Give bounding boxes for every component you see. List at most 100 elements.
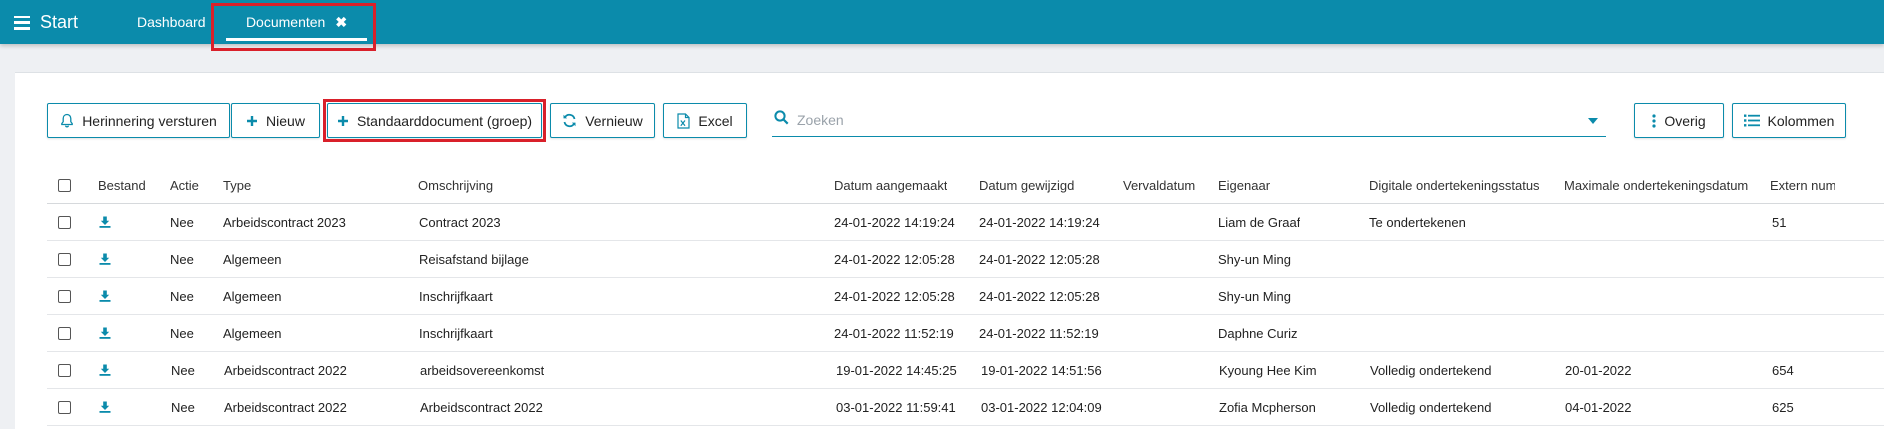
cell-datum-gewijzigd: 24-01-2022 11:52:19	[979, 325, 1099, 341]
cell-type: Arbeidscontract 2023	[223, 214, 346, 230]
row-checkbox-cell	[58, 352, 71, 388]
cell-type: Algemeen	[223, 325, 282, 341]
cell-datum-aangemaakt: 24-01-2022 12:05:28	[834, 251, 955, 267]
column-header-bestand[interactable]: Bestand	[98, 167, 146, 203]
download-icon[interactable]	[99, 327, 111, 339]
row-checkbox-cell	[58, 241, 71, 277]
more-label: Overig	[1664, 112, 1706, 129]
table-row[interactable]: Nee Algemeen Inschrijfkaart 24-01-2022 1…	[47, 315, 1884, 352]
excel-file-icon	[677, 112, 690, 129]
table-row[interactable]: Nee Arbeidscontract 2022 arbeidsovereenk…	[47, 352, 1884, 389]
send-reminder-button[interactable]: Herinnering versturen	[47, 103, 230, 138]
download-icon[interactable]	[99, 290, 111, 302]
table-row[interactable]: Nee Algemeen Reisafstand bijlage 24-01-2…	[47, 241, 1884, 278]
cell-eigenaar: Shy-un Ming	[1218, 251, 1291, 267]
table-row[interactable]: Nee Algemeen Inschrijfkaart 24-01-2022 1…	[47, 278, 1884, 315]
download-icon[interactable]	[99, 364, 111, 376]
column-header-eigenaar[interactable]: Eigenaar	[1218, 167, 1270, 203]
row-checkbox-cell	[58, 315, 71, 351]
plus-icon	[337, 115, 349, 127]
cell-datum-aangemaakt: 19-01-2022 14:45:25	[836, 362, 957, 378]
table-row[interactable]: Nee Arbeidscontract 2023 Contract 2023 2…	[47, 204, 1884, 241]
cell-actie: Nee	[170, 325, 194, 341]
download-cell	[99, 389, 111, 425]
cell-omschrijving: Arbeidscontract 2022	[420, 399, 543, 415]
refresh-label: Vernieuw	[585, 112, 643, 129]
column-header-digitale-ondertekeningsstatus[interactable]: Digitale ondertekeningsstatus	[1369, 167, 1540, 203]
cell-omschrijving: arbeidsovereenkomst	[420, 362, 545, 378]
column-header-omschrijving[interactable]: Omschrijving	[418, 167, 493, 203]
list-icon	[1743, 114, 1760, 127]
refresh-button[interactable]: Vernieuw	[550, 103, 655, 138]
column-header-datum-gewijzigd[interactable]: Datum gewijzigd	[979, 167, 1074, 203]
column-header-vervaldatum[interactable]: Vervaldatum	[1123, 167, 1195, 203]
row-checkbox[interactable]	[58, 289, 71, 303]
cell-omschrijving: Contract 2023	[419, 214, 501, 230]
cell-omschrijving: Reisafstand bijlage	[419, 251, 529, 267]
row-checkbox[interactable]	[58, 252, 71, 266]
download-icon[interactable]	[99, 253, 111, 265]
cell-actie: Nee	[170, 251, 194, 267]
start-label: Start	[40, 12, 79, 32]
cell-type: Arbeidscontract 2022	[224, 399, 347, 415]
column-header-type[interactable]: Type	[223, 167, 251, 203]
standard-document-group-label: Standaarddocument (groep)	[356, 112, 533, 129]
active-tab-indicator	[226, 38, 367, 41]
table-header-row: Bestand Actie Type Omschrijving Datum aa…	[47, 167, 1884, 204]
cell-eigenaar: Liam de Graaf	[1218, 214, 1301, 230]
download-icon[interactable]	[99, 401, 111, 413]
cell-eigenaar: Daphne Curiz	[1218, 325, 1298, 341]
cell-type: Algemeen	[223, 288, 282, 304]
close-icon[interactable]: ✖	[335, 14, 347, 31]
download-icon[interactable]	[99, 216, 111, 228]
plus-icon	[246, 115, 258, 127]
cell-datum-gewijzigd: 19-01-2022 14:51:56	[981, 362, 1102, 378]
start-menu[interactable]: Start	[14, 12, 78, 33]
search-icon	[774, 110, 789, 130]
cell-omschrijving: Inschrijfkaart	[419, 288, 493, 304]
select-all-checkbox-cell	[58, 167, 71, 203]
standard-document-group-button[interactable]: Standaarddocument (groep)	[327, 103, 542, 138]
cell-datum-aangemaakt: 24-01-2022 11:52:19	[834, 325, 954, 341]
excel-label: Excel	[698, 112, 733, 129]
more-button[interactable]: Overig	[1634, 103, 1724, 138]
column-header-maximale-ondertekeningsdatum[interactable]: Maximale ondertekeningsdatum	[1564, 167, 1748, 203]
cell-max-ondertekeningsdatum: 04-01-2022	[1565, 399, 1632, 415]
row-checkbox[interactable]	[58, 400, 71, 414]
row-checkbox-cell	[58, 389, 71, 425]
documents-table: Bestand Actie Type Omschrijving Datum aa…	[47, 167, 1884, 426]
row-checkbox-cell	[58, 278, 71, 314]
bell-icon	[60, 113, 74, 128]
search-input[interactable]	[797, 112, 1567, 128]
cell-actie: Nee	[170, 288, 194, 304]
cell-datum-gewijzigd: 24-01-2022 12:05:28	[979, 288, 1100, 304]
columns-label: Kolommen	[1767, 112, 1835, 129]
tab-dashboard[interactable]: Dashboard	[137, 0, 206, 44]
row-checkbox[interactable]	[58, 363, 71, 377]
new-button[interactable]: Nieuw	[231, 103, 320, 138]
excel-button[interactable]: Excel	[663, 103, 747, 138]
cell-datum-aangemaakt: 03-01-2022 11:59:41	[836, 399, 956, 415]
send-reminder-label: Herinnering versturen	[82, 112, 217, 129]
table-row[interactable]: Nee Arbeidscontract 2022 Arbeidscontract…	[47, 389, 1884, 426]
cell-datum-aangemaakt: 24-01-2022 12:05:28	[834, 288, 955, 304]
cell-actie: Nee	[170, 214, 194, 230]
vertical-dots-icon	[1652, 113, 1656, 128]
tab-documenten[interactable]: Documenten ✖	[224, 0, 369, 44]
download-cell	[99, 352, 111, 388]
download-cell	[99, 204, 111, 240]
hamburger-icon[interactable]	[14, 15, 30, 30]
chevron-down-icon[interactable]	[1588, 118, 1598, 124]
select-all-checkbox[interactable]	[58, 178, 71, 192]
tab-documenten-label: Documenten	[245, 14, 326, 30]
column-header-extern-nummer[interactable]: Extern numm	[1770, 167, 1835, 203]
row-checkbox[interactable]	[58, 215, 71, 229]
search-field[interactable]	[772, 104, 1606, 137]
cell-actie: Nee	[171, 362, 195, 378]
column-header-datum-aangemaakt[interactable]: Datum aangemaakt	[834, 167, 947, 203]
columns-button[interactable]: Kolommen	[1732, 103, 1846, 138]
row-checkbox[interactable]	[58, 326, 71, 340]
tab-dashboard-label: Dashboard	[137, 14, 206, 30]
cell-extern-nummer: 654	[1772, 362, 1794, 378]
column-header-actie[interactable]: Actie	[170, 167, 199, 203]
